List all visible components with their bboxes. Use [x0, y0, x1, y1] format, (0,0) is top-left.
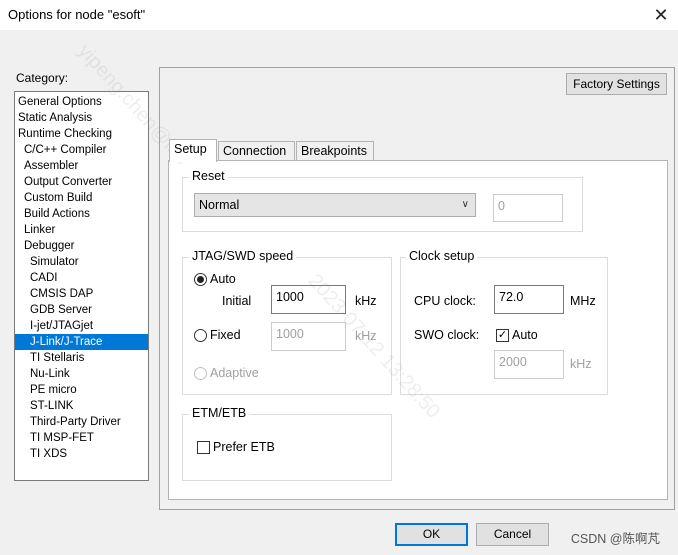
category-item[interactable]: ST-LINK — [30, 398, 73, 414]
jtag-speed-group-title: JTAG/SWD speed — [189, 249, 297, 263]
clock-setup-group-title: Clock setup — [406, 249, 478, 263]
reset-group-title: Reset — [189, 169, 228, 183]
category-item[interactable]: C/C++ Compiler — [24, 142, 106, 158]
prefer-etb-label: Prefer ETB — [213, 440, 275, 454]
category-label: Category: — [16, 71, 69, 85]
category-item[interactable]: Runtime Checking — [18, 126, 112, 142]
factory-settings-button[interactable]: Factory Settings — [566, 73, 667, 95]
auto-speed-radio[interactable] — [194, 273, 207, 286]
prefer-etb-checkbox[interactable] — [197, 441, 210, 454]
swo-auto-label: Auto — [512, 328, 538, 342]
category-item[interactable]: J-Link/J-Trace — [15, 334, 148, 350]
swo-clock-label: SWO clock: — [414, 328, 480, 342]
reset-mode-select[interactable]: Normal ∨ — [194, 193, 476, 217]
etm-etb-group-title: ETM/ETB — [189, 406, 250, 420]
category-item[interactable]: Nu-Link — [30, 366, 70, 382]
tab-connection[interactable]: Connection — [218, 141, 295, 161]
title-bar: Options for node "esoft" ✕ — [0, 0, 678, 30]
fixed-speed-unit: kHz — [355, 329, 377, 343]
tab-setup[interactable]: Setup — [169, 139, 217, 162]
csdn-tag: CSDN @陈啊芃 — [570, 532, 660, 546]
reset-mode-value: Normal — [199, 198, 240, 212]
category-item[interactable]: GDB Server — [30, 302, 92, 318]
category-item[interactable]: I-jet/JTAGjet — [30, 318, 93, 334]
category-item[interactable]: Simulator — [30, 254, 79, 270]
chevron-down-icon: ∨ — [461, 199, 469, 210]
cancel-button[interactable]: Cancel — [476, 523, 549, 546]
category-item[interactable]: Static Analysis — [18, 110, 92, 126]
category-item[interactable]: Third-Party Driver — [30, 414, 121, 430]
category-item[interactable]: General Options — [18, 94, 102, 110]
category-item[interactable]: PE micro — [30, 382, 77, 398]
category-item[interactable]: Custom Build — [24, 190, 92, 206]
initial-speed-unit: kHz — [355, 294, 377, 308]
initial-speed-input[interactable]: 1000 — [271, 285, 346, 314]
swo-auto-checkbox[interactable]: ✓ — [496, 329, 509, 342]
close-icon[interactable]: ✕ — [644, 0, 678, 30]
initial-speed-label: Initial — [222, 294, 252, 308]
fixed-speed-input[interactable]: 1000 — [271, 322, 346, 351]
category-item[interactable]: CMSIS DAP — [30, 286, 93, 302]
adaptive-speed-label: Adaptive — [210, 366, 259, 380]
adaptive-speed-radio[interactable] — [194, 367, 207, 380]
category-item[interactable]: Assembler — [24, 158, 78, 174]
fixed-speed-label: Fixed — [210, 328, 241, 342]
swo-clock-unit: kHz — [570, 357, 592, 371]
cpu-clock-label: CPU clock: — [414, 294, 476, 308]
swo-clock-input[interactable]: 2000 — [494, 350, 564, 379]
category-item[interactable]: CADI — [30, 270, 57, 286]
category-item[interactable]: Linker — [24, 222, 55, 238]
category-item[interactable]: TI MSP-FET — [30, 430, 94, 446]
category-item[interactable]: Output Converter — [24, 174, 112, 190]
category-item[interactable]: TI XDS — [30, 446, 67, 462]
ok-button[interactable]: OK — [395, 523, 468, 546]
reset-delay-field[interactable]: 0 — [493, 194, 563, 222]
cpu-clock-input[interactable]: 72.0 — [494, 285, 564, 314]
category-list[interactable]: General Options Static Analysis Runtime Ch… — [14, 91, 149, 481]
category-item[interactable]: TI Stellaris — [30, 350, 84, 366]
fixed-speed-radio[interactable] — [194, 329, 207, 342]
tab-breakpoints[interactable]: Breakpoints — [296, 141, 374, 161]
category-item[interactable]: Build Actions — [24, 206, 90, 222]
cpu-clock-unit: MHz — [570, 294, 596, 308]
window-title: Options for node "esoft" — [8, 7, 146, 22]
auto-speed-label: Auto — [210, 272, 236, 286]
category-item[interactable]: Debugger — [24, 238, 75, 254]
